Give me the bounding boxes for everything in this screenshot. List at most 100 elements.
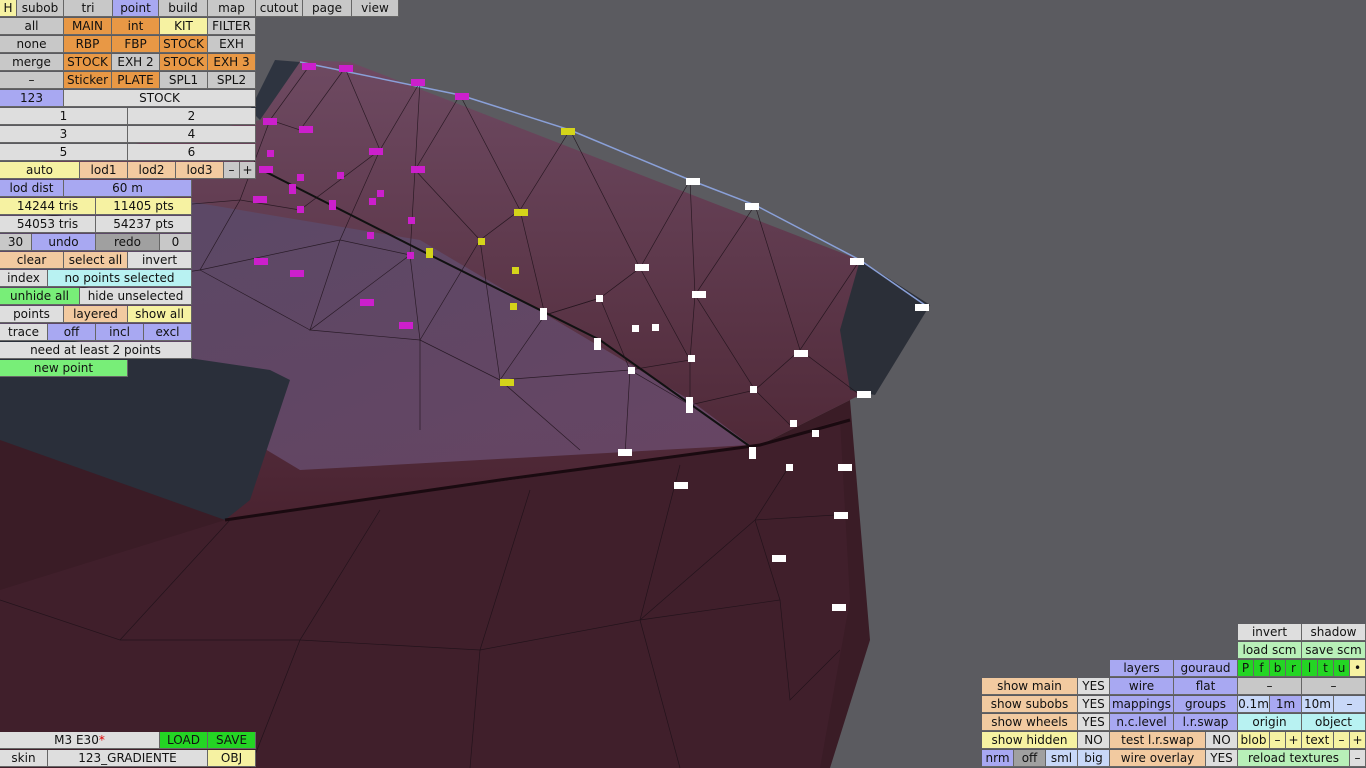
shadow-button[interactable]: shadow [1302, 624, 1366, 641]
view-b-button[interactable]: b [1270, 660, 1286, 677]
lr-swap-button[interactable]: l.r.swap [1174, 714, 1238, 731]
wire-button[interactable]: wire [1110, 678, 1174, 695]
flat-button[interactable]: flat [1174, 678, 1238, 695]
lod-dist-value[interactable]: 60 m [64, 180, 192, 197]
menu-page-tab[interactable]: page [303, 0, 352, 17]
part-filter-button[interactable]: FILTER [208, 18, 256, 35]
show-wheels-toggle[interactable]: YES [1078, 714, 1110, 731]
part-kit-button[interactable]: KIT [160, 18, 208, 35]
lod1-button[interactable]: lod1 [80, 162, 128, 179]
hide-unselected-button[interactable]: hide unselected [80, 288, 192, 305]
lod-plus-button[interactable]: + [240, 162, 256, 179]
blob-plus-button[interactable]: + [1286, 732, 1302, 749]
clear-selection-button[interactable]: clear [0, 252, 64, 269]
dash-button-1[interactable]: – [1238, 678, 1302, 695]
undo-button[interactable]: undo [32, 234, 96, 251]
view-dot-button[interactable]: • [1350, 660, 1366, 677]
size-off-button[interactable]: off [1014, 750, 1046, 767]
trace-off-button[interactable]: off [48, 324, 96, 341]
show-main-toggle[interactable]: YES [1078, 678, 1110, 695]
invert-selection-button[interactable]: invert [128, 252, 192, 269]
view-r-button[interactable]: r [1286, 660, 1302, 677]
layer-name-field[interactable]: STOCK [64, 90, 256, 107]
index-button[interactable]: index [0, 270, 48, 287]
lod-minus-button[interactable]: – [224, 162, 240, 179]
part-fbp-button[interactable]: FBP [112, 36, 160, 53]
wire-overlay-toggle[interactable]: YES [1206, 750, 1238, 767]
dash-button-2[interactable]: – [1302, 678, 1366, 695]
size-nrm-button[interactable]: nrm [982, 750, 1014, 767]
slot-3-button[interactable]: 3 [0, 126, 128, 143]
slot-4-button[interactable]: 4 [128, 126, 256, 143]
size-sml-button[interactable]: sml [1046, 750, 1078, 767]
select-all-points-button[interactable]: select all [64, 252, 128, 269]
part-int-button[interactable]: int [112, 18, 160, 35]
grid-10m-button[interactable]: 10m [1302, 696, 1334, 713]
view-t-button[interactable]: t [1318, 660, 1334, 677]
dash-button[interactable]: – [0, 72, 64, 89]
invert-button[interactable]: invert [1238, 624, 1302, 641]
select-none-button[interactable]: none [0, 36, 64, 53]
text-plus-button[interactable]: + [1350, 732, 1366, 749]
lod-auto-button[interactable]: auto [0, 162, 80, 179]
view-p-button[interactable]: P [1238, 660, 1254, 677]
select-all-button[interactable]: all [0, 18, 64, 35]
mappings-button[interactable]: mappings [1110, 696, 1174, 713]
menu-build-tab[interactable]: build [159, 0, 208, 17]
part-spl2-button[interactable]: SPL2 [208, 72, 256, 89]
text-minus-button[interactable]: – [1334, 732, 1350, 749]
save-scm-button[interactable]: save scm [1302, 642, 1366, 659]
obj-button[interactable]: OBJ [208, 750, 256, 767]
trace-excl-button[interactable]: excl [144, 324, 192, 341]
unhide-all-button[interactable]: unhide all [0, 288, 80, 305]
grid-0.1m-button[interactable]: 0.1m [1238, 696, 1270, 713]
merge-button[interactable]: merge [0, 54, 64, 71]
part-exh3-button[interactable]: EXH 3 [208, 54, 256, 71]
part-rbp-button[interactable]: RBP [64, 36, 112, 53]
grid-1m-button[interactable]: 1m [1270, 696, 1302, 713]
lod3-button[interactable]: lod3 [176, 162, 224, 179]
menu-view-tab[interactable]: view [352, 0, 399, 17]
slot-1-button[interactable]: 1 [0, 108, 128, 125]
reload-minus-button[interactable]: – [1350, 750, 1366, 767]
reload-textures-button[interactable]: reload textures [1238, 750, 1350, 767]
show-subobs-toggle[interactable]: YES [1078, 696, 1110, 713]
layer-number-field[interactable]: 123 [0, 90, 64, 107]
menu-tri-tab[interactable]: tri [64, 0, 113, 17]
slot-2-button[interactable]: 2 [128, 108, 256, 125]
menu-point-tab[interactable]: point [113, 0, 159, 17]
redo-button[interactable]: redo [96, 234, 160, 251]
skin-name-field[interactable]: 123_GRADIENTE [48, 750, 208, 767]
save-button[interactable]: SAVE [208, 732, 256, 749]
part-sticker-button[interactable]: Sticker [64, 72, 112, 89]
menu-h-button[interactable]: H [0, 0, 17, 17]
slot-5-button[interactable]: 5 [0, 144, 128, 161]
view-f-button[interactable]: f [1254, 660, 1270, 677]
menu-map-tab[interactable]: map [208, 0, 256, 17]
load-button[interactable]: LOAD [160, 732, 208, 749]
slot-6-button[interactable]: 6 [128, 144, 256, 161]
object-button[interactable]: object [1302, 714, 1366, 731]
trace-incl-button[interactable]: incl [96, 324, 144, 341]
groups-button[interactable]: groups [1174, 696, 1238, 713]
view-u-button[interactable]: u [1334, 660, 1350, 677]
part-stock-2-button[interactable]: STOCK [64, 54, 112, 71]
lod2-button[interactable]: lod2 [128, 162, 176, 179]
menu-cutout-tab[interactable]: cutout [256, 0, 303, 17]
points-mode-button[interactable]: points [0, 306, 64, 323]
load-scm-button[interactable]: load scm [1238, 642, 1302, 659]
nc-level-button[interactable]: n.c.level [1110, 714, 1174, 731]
part-main-button[interactable]: MAIN [64, 18, 112, 35]
blob-minus-button[interactable]: – [1270, 732, 1286, 749]
size-big-button[interactable]: big [1078, 750, 1110, 767]
gouraud-button[interactable]: gouraud [1174, 660, 1238, 677]
model-name-field[interactable]: M3 E30* [0, 732, 160, 749]
show-all-button[interactable]: show all [128, 306, 192, 323]
part-plate-button[interactable]: PLATE [112, 72, 160, 89]
menu-subob-tab[interactable]: subob [17, 0, 64, 17]
new-point-button[interactable]: new point [0, 360, 128, 377]
part-stock-button[interactable]: STOCK [160, 36, 208, 53]
part-stock-3-button[interactable]: STOCK [160, 54, 208, 71]
layers-button[interactable]: layers [1110, 660, 1174, 677]
show-hidden-toggle[interactable]: NO [1078, 732, 1110, 749]
